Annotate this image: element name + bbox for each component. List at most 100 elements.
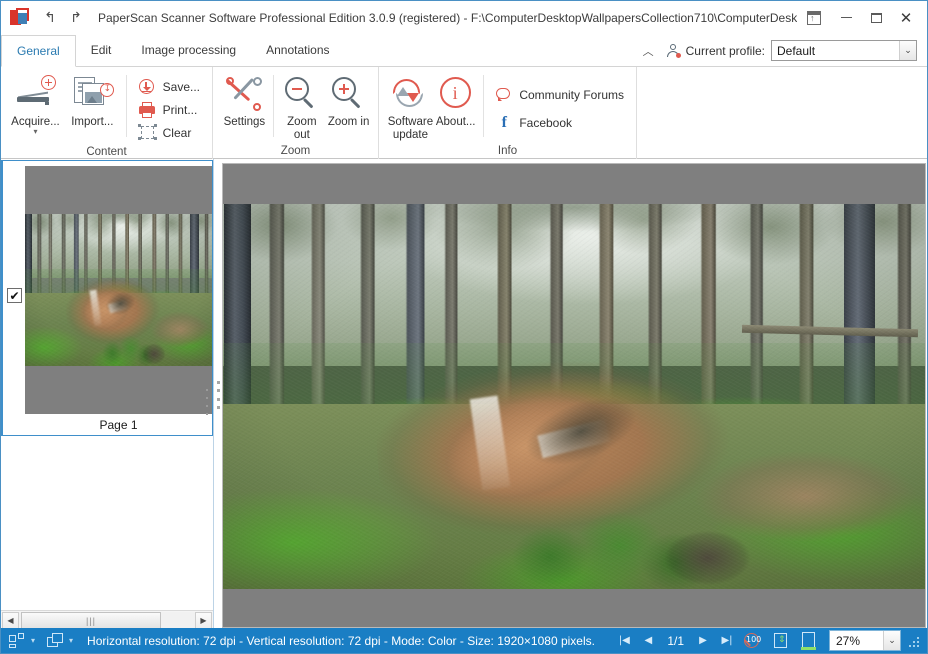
- zoom-level-value: 27%: [836, 633, 861, 648]
- tab-image-processing[interactable]: Image processing: [126, 34, 251, 66]
- print-button[interactable]: Print...: [136, 98, 206, 121]
- clear-button-label: Clear: [162, 125, 192, 140]
- next-page-icon[interactable]: ▶: [693, 631, 713, 651]
- ribbon-group-info: Software update i About... Community For…: [379, 67, 637, 159]
- clear-icon: [137, 123, 158, 142]
- software-update-icon: [390, 75, 430, 113]
- last-page-icon[interactable]: ▶|: [717, 631, 737, 651]
- first-page-icon[interactable]: |◀: [614, 631, 634, 651]
- thumbnail-panel: ✔ Page 1 ◀ ||| ▶: [1, 159, 214, 630]
- content-small-buttons: Save... Print... Clear: [132, 73, 206, 144]
- community-forums-label: Community Forums: [519, 88, 624, 102]
- splitter-grip-icon: [217, 381, 220, 409]
- chevron-down-icon[interactable]: ▾: [33, 128, 37, 136]
- thumbnail-list[interactable]: ✔ Page 1: [1, 159, 213, 610]
- save-button-label: Save...: [162, 79, 200, 94]
- zoom-in-button[interactable]: Zoom in: [325, 73, 372, 129]
- ribbon-group-zoom-title: Zoom: [280, 145, 311, 157]
- thumbnail-page-1[interactable]: ✔ Page 1: [1, 160, 213, 436]
- community-forums-link[interactable]: Community Forums: [492, 81, 630, 109]
- chevron-down-icon[interactable]: ⌄: [883, 631, 900, 650]
- zoom-100-percent-icon[interactable]: 100: [742, 631, 764, 651]
- info-links: Community Forums f Facebook: [488, 73, 630, 137]
- ribbon-group-zoom: Settings Zoom out Zoom in Zoom: [213, 67, 379, 159]
- page-layout-dropdown-icon[interactable]: ▾: [31, 636, 35, 645]
- print-button-label: Print...: [162, 102, 198, 117]
- facebook-label: Facebook: [519, 116, 573, 130]
- ribbon-empty-space: [637, 67, 927, 158]
- current-profile-label: Current profile:: [685, 43, 765, 58]
- paperscan-logo-icon: [10, 7, 30, 28]
- import-button[interactable]: ↧ Import...: [64, 73, 121, 129]
- group-divider: [125, 75, 127, 137]
- save-icon: [138, 78, 158, 96]
- viewer-canvas[interactable]: [222, 163, 926, 628]
- ribbon-display-options-button[interactable]: [797, 5, 831, 31]
- tab-annotations[interactable]: Annotations: [251, 34, 344, 66]
- chevron-down-icon[interactable]: ⌄: [899, 41, 916, 60]
- zoom-out-button[interactable]: Zoom out: [278, 73, 325, 142]
- scroll-right-icon[interactable]: ▶: [195, 612, 212, 629]
- thumbnail-resize-grip[interactable]: [204, 389, 210, 415]
- ribbon-tabstrip: General Edit Image processing Annotation…: [1, 34, 927, 67]
- about-button[interactable]: i About...: [434, 73, 478, 129]
- tools-settings-icon: [224, 75, 264, 113]
- photo-grain: [223, 204, 925, 589]
- paperscan-window: ↰ ↱ PaperScan Scanner Software Professio…: [0, 0, 928, 654]
- thumbnail-image: [25, 166, 212, 414]
- speech-bubble-icon: [494, 86, 514, 104]
- page-indicator: 1/1: [667, 633, 684, 648]
- resize-grip-icon[interactable]: [907, 635, 919, 647]
- collapse-ribbon-icon[interactable]: ︿: [643, 43, 654, 59]
- view-mode-icon[interactable]: [47, 632, 65, 649]
- page-layout-icon[interactable]: [9, 632, 27, 649]
- previous-page-icon[interactable]: ◀: [638, 631, 658, 651]
- current-profile-area: ︿ Current profile: Default ⌄: [643, 40, 927, 66]
- settings-button-label: Settings: [223, 116, 266, 128]
- window-controls: ✕: [797, 5, 921, 31]
- zoom-level-select[interactable]: 27% ⌄: [829, 630, 901, 651]
- save-button[interactable]: Save...: [136, 75, 206, 98]
- software-update-button[interactable]: Software update: [387, 73, 434, 142]
- acquire-button[interactable]: Acquire... ▾: [7, 73, 64, 136]
- user-profile-icon: [666, 43, 681, 58]
- clear-button[interactable]: Clear: [136, 121, 206, 144]
- status-bar: ▾ ▾ Horizontal resolution: 72 dpi - Vert…: [1, 628, 927, 653]
- facebook-icon: f: [501, 114, 507, 131]
- software-update-button-label: Software update: [387, 116, 434, 141]
- group-divider: [482, 75, 484, 137]
- tab-edit[interactable]: Edit: [76, 34, 127, 66]
- scanner-add-icon: [15, 75, 57, 113]
- image-viewer[interactable]: [222, 159, 927, 630]
- import-badge-icon: ↧: [100, 83, 115, 97]
- fit-to-window-icon[interactable]: ⇕: [770, 631, 792, 651]
- current-profile-select[interactable]: Default ⌄: [771, 40, 917, 61]
- settings-button[interactable]: Settings: [221, 73, 268, 129]
- thumbnail-checkbox[interactable]: ✔: [7, 288, 22, 303]
- about-button-label: About...: [435, 116, 476, 128]
- main-area: ✔ Page 1 ◀ ||| ▶: [1, 159, 927, 630]
- minimize-button[interactable]: [831, 5, 861, 31]
- fit-to-page-width-icon[interactable]: [798, 631, 820, 651]
- scrollbar-thumb[interactable]: |||: [21, 612, 161, 629]
- status-bar-right: |◀ ◀ 1/1 ▶ ▶| 100 ⇕ 27% ⌄: [612, 630, 927, 651]
- undo-icon[interactable]: ↰: [38, 7, 62, 29]
- close-button[interactable]: ✕: [891, 5, 921, 31]
- thumbnail-horizontal-scrollbar[interactable]: ◀ ||| ▶: [1, 610, 213, 630]
- redo-icon[interactable]: ↱: [64, 7, 88, 29]
- thumbnail-photo: [25, 214, 212, 366]
- view-mode-dropdown-icon[interactable]: ▾: [69, 636, 73, 645]
- maximize-button[interactable]: [861, 5, 891, 31]
- zoom-in-button-label: Zoom in: [327, 116, 370, 128]
- zoom-in-icon: [329, 75, 369, 113]
- title-bar: ↰ ↱ PaperScan Scanner Software Professio…: [1, 1, 927, 34]
- panel-splitter[interactable]: [214, 159, 222, 630]
- scroll-left-icon[interactable]: ◀: [2, 612, 19, 629]
- thumbnail-caption: Page 1: [99, 418, 138, 432]
- import-document-icon: ↧: [72, 75, 115, 113]
- group-divider: [272, 75, 274, 137]
- tab-general[interactable]: General: [1, 35, 76, 67]
- facebook-link[interactable]: f Facebook: [492, 109, 630, 137]
- zoom-out-icon: [282, 75, 322, 113]
- scrollbar-track[interactable]: |||: [19, 612, 195, 629]
